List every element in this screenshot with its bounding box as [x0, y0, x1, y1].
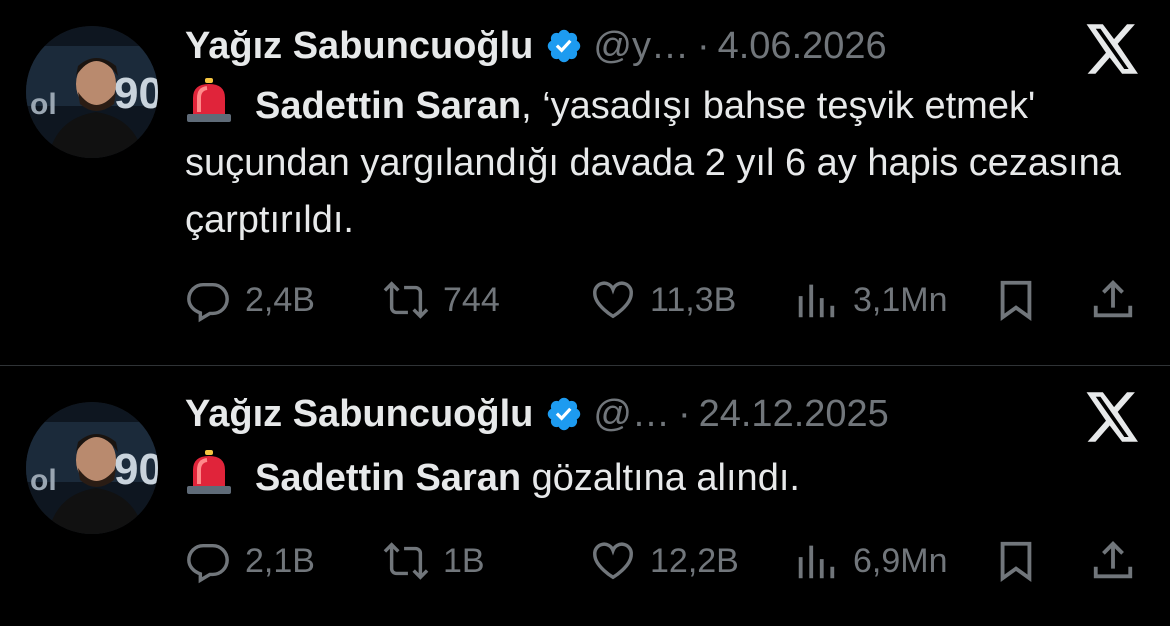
verified-badge-icon: [548, 397, 581, 431]
like-count: 11,3B: [650, 280, 737, 319]
tweet-body-text: gözaltına alındı.: [521, 457, 800, 499]
reply-count: 2,4B: [245, 280, 315, 319]
verified-badge-icon: [548, 29, 581, 63]
author-handle[interactable]: @…: [593, 393, 670, 436]
siren-icon: [187, 78, 231, 122]
bold-name[interactable]: Sadettin Saran: [255, 457, 521, 499]
x-logo-icon: [1086, 392, 1138, 442]
tweet-date[interactable]: 4.06.2026: [718, 25, 887, 68]
tweet-text: Sadettin Saran, ‘yasadışı bahse teşvik e…: [185, 78, 1145, 249]
bookmark-button[interactable]: [993, 275, 1039, 325]
share-button[interactable]: [1090, 275, 1136, 325]
reply-button[interactable]: 2,1B: [185, 536, 315, 586]
views-icon: [798, 284, 835, 318]
like-button[interactable]: 11,3B: [590, 275, 736, 325]
bold-name[interactable]: Sadettin Saran: [255, 85, 521, 127]
heart-icon: [593, 281, 633, 319]
views-icon: [798, 545, 835, 579]
share-button[interactable]: [1090, 536, 1136, 586]
views-button[interactable]: 6,9Mn: [793, 536, 948, 586]
retweet-count: 744: [443, 280, 500, 319]
author-name[interactable]: Yağız Sabuncuoğlu: [185, 393, 533, 436]
views-button[interactable]: 3,1Mn: [793, 275, 948, 325]
svg-text:ol: ol: [30, 464, 57, 497]
reply-button[interactable]: 2,4B: [185, 275, 315, 325]
retweet-icon: [383, 542, 429, 580]
like-button[interactable]: 12,2B: [590, 536, 739, 586]
tweet[interactable]: 90 ol Yağız Sabuncuoğlu @… · 24.12.2025 …: [0, 366, 1170, 625]
tweet-text: Sadettin Saran gözaltına alındı.: [185, 450, 1145, 507]
bookmark-icon: [1000, 280, 1032, 321]
separator-dot: ·: [677, 392, 691, 435]
avatar[interactable]: 90 ol: [26, 402, 158, 534]
svg-text:90: 90: [114, 445, 158, 494]
share-icon: [1093, 541, 1133, 579]
tweet[interactable]: 90 ol Yağız Sabuncuoğlu @y… · 4.06.2026 …: [0, 0, 1170, 366]
siren-icon: [187, 450, 231, 494]
tweet-header: Yağız Sabuncuoğlu @y… · 4.06.2026: [185, 22, 887, 70]
retweet-button[interactable]: 744: [383, 275, 500, 325]
heart-icon: [593, 542, 633, 580]
action-bar: 2,4B 744 11,3B 3,1Mn: [185, 275, 1145, 325]
retweet-count: 1B: [443, 541, 485, 580]
bookmark-button[interactable]: [993, 536, 1039, 586]
svg-text:ol: ol: [30, 88, 57, 121]
view-count: 3,1Mn: [853, 280, 948, 319]
svg-text:90: 90: [114, 69, 158, 118]
view-count: 6,9Mn: [853, 541, 948, 580]
bookmark-icon: [1000, 541, 1032, 582]
separator-dot: ·: [696, 24, 710, 67]
x-logo-icon: [1086, 24, 1138, 74]
like-count: 12,2B: [650, 541, 739, 580]
reply-icon: [187, 282, 229, 323]
share-icon: [1093, 280, 1133, 318]
author-handle[interactable]: @y…: [593, 25, 689, 68]
tweet-header: Yağız Sabuncuoğlu @… · 24.12.2025: [185, 390, 889, 438]
retweet-icon: [383, 281, 429, 319]
reply-icon: [187, 543, 229, 584]
avatar[interactable]: 90 ol: [26, 26, 158, 158]
tweet-date[interactable]: 24.12.2025: [699, 393, 889, 436]
author-name[interactable]: Yağız Sabuncuoğlu: [185, 25, 533, 68]
retweet-button[interactable]: 1B: [383, 536, 485, 586]
action-bar: 2,1B 1B 12,2B 6,9Mn: [185, 536, 1145, 586]
reply-count: 2,1B: [245, 541, 315, 580]
